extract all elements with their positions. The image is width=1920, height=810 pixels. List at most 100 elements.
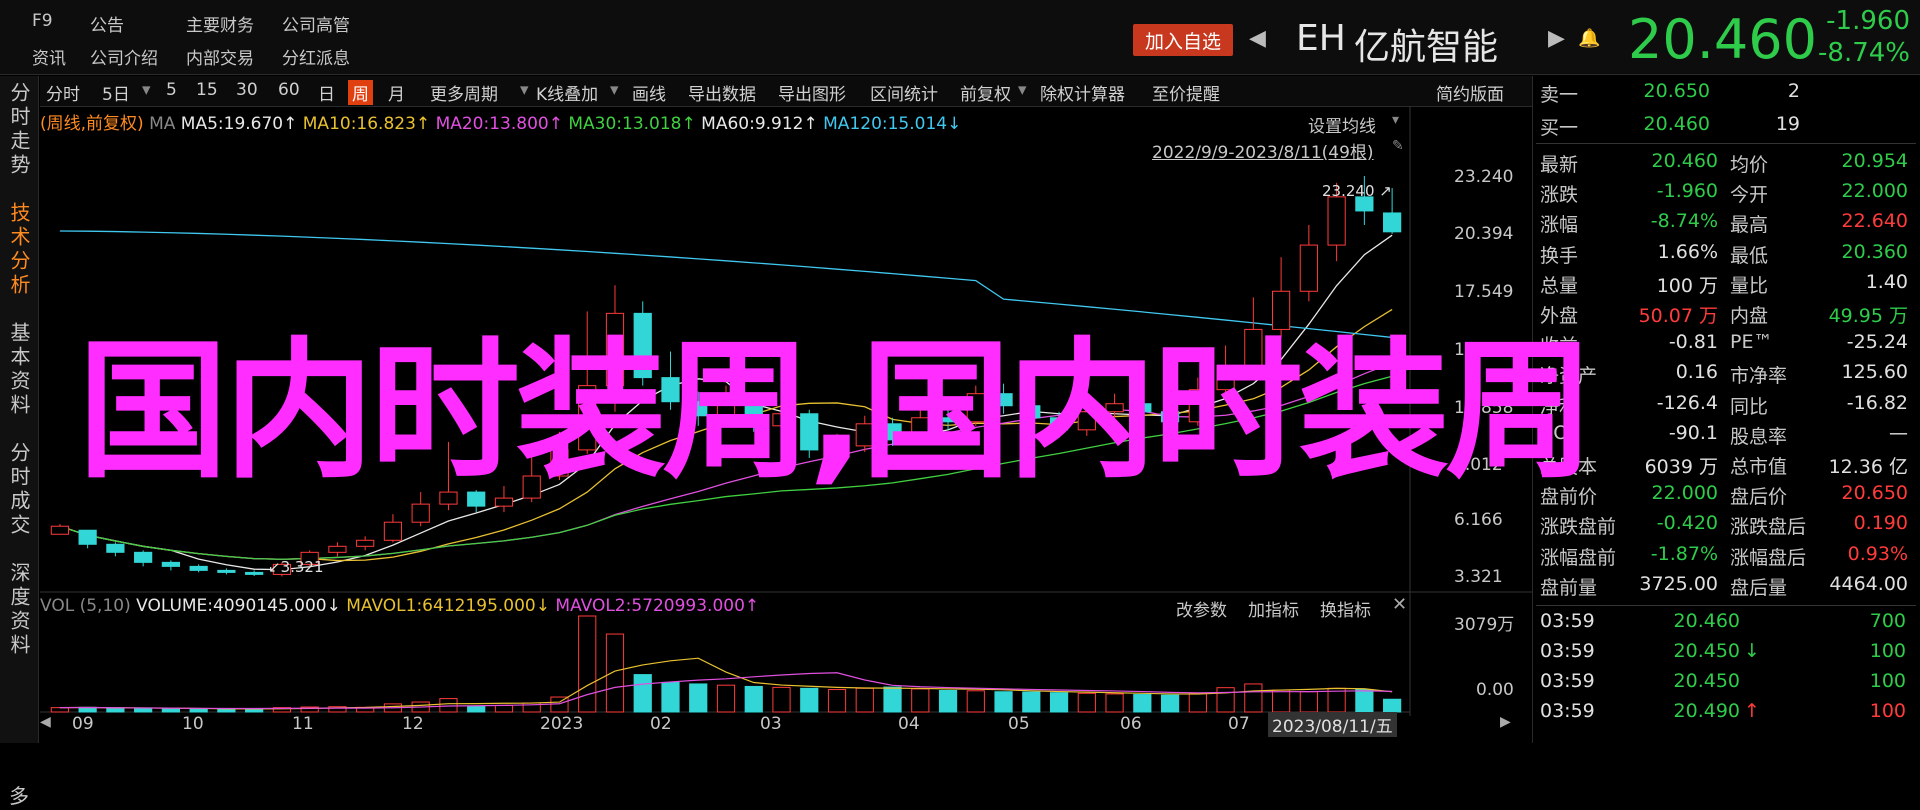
quote-label: 最高 [1730,214,1769,237]
tb-draw-line[interactable]: 画线 [632,80,666,105]
quote-value: 0.16 [1675,361,1718,384]
menu-financials[interactable]: 主要财务 [186,11,254,36]
tb-simple-layout[interactable]: 简约版面 [1436,80,1504,105]
menu-executives[interactable]: 公司高管 [282,11,350,36]
add-indicator-button[interactable]: 加指标 [1248,596,1299,621]
quote-value: 50.07 万 [1638,305,1718,327]
tb-5day[interactable]: 5日 [102,80,130,105]
tb-intraday[interactable]: 分时 [46,80,80,105]
ask1-volume: 2 [1787,80,1800,102]
tb-60min[interactable]: 60 [278,80,300,100]
switch-indicator-button[interactable]: 换指标 [1320,596,1371,621]
mavol2-value: MAVOL2:5720993.000↑ [555,596,760,616]
volume-bar [189,708,208,713]
tb-more-dropdown-icon[interactable]: ▾ [520,80,529,100]
menu-insider-trading[interactable]: 内部交易 [186,44,254,69]
scroll-right-icon[interactable]: ▶ [1500,714,1511,730]
menu-dividends[interactable]: 分红派息 [282,44,350,69]
price-change-pct: -8.74% [1818,38,1910,68]
tb-day[interactable]: 日 [318,80,335,105]
candle [356,539,375,547]
price-change: -1.960 [1826,6,1910,36]
tick-time: 03:59 [1540,670,1595,692]
quote-label: 量比 [1730,274,1769,297]
volume-bars [50,615,1402,713]
quote-value: -90.1 [1668,421,1718,444]
menu-company-intro[interactable]: 公司介绍 [90,44,158,69]
volume-bar [578,615,597,713]
bid1-label: 买一 [1540,117,1579,139]
candle [50,525,69,535]
quote-value: — [1889,421,1908,444]
bell-icon[interactable]: 🔔 [1578,28,1600,49]
candle [1299,244,1318,292]
volume-bar [689,683,708,713]
tb-15min[interactable]: 15 [196,80,218,100]
x-tick: 2023 [540,714,584,734]
quote-value: -1.960 [1656,180,1718,203]
add-to-watchlist-button[interactable]: 加入自选 [1133,24,1233,56]
tb-forward-adjust[interactable]: 前复权 [960,80,1011,105]
tb-5day-dropdown-icon[interactable]: ▾ [142,80,151,100]
tick-price: 20.460 [1673,610,1740,632]
scroll-left-icon[interactable]: ◀ [40,714,51,730]
menu-announcement[interactable]: 公告 [90,11,124,36]
quote-label: 股息率 [1730,425,1788,448]
tab-more[interactable]: 多 [0,782,38,810]
quote-value: 22.000 [1841,180,1908,203]
volume-bar [439,698,458,713]
tb-kline-overlay[interactable]: K线叠加 [536,80,598,105]
tick-time: 03:59 [1540,700,1595,722]
divider [1536,143,1916,144]
tb-export-image[interactable]: 导出图形 [778,80,846,105]
volume-bar [938,689,958,713]
quote-label: 盘后量 [1730,576,1788,599]
tb-more-periods[interactable]: 更多周期 [430,80,498,105]
candle [78,529,97,545]
tb-range-stats[interactable]: 区间统计 [870,80,938,105]
quote-label: 换手 [1540,244,1579,267]
bid1-price: 20.460 [1643,113,1710,135]
tb-adjust-dropdown-icon[interactable]: ▾ [1018,80,1027,100]
prev-stock-icon[interactable]: ◀ [1249,26,1266,51]
top-bar: F9 公告 主要财务 公司高管 资讯 公司介绍 内部交易 分红派息 加入自选 ◀… [0,0,1920,75]
quote-value: -1.87% [1650,542,1718,565]
tick-arrow: ↓ [1744,640,1760,662]
menu-news[interactable]: 资讯 [32,44,66,69]
tb-export-data[interactable]: 导出数据 [688,80,756,105]
tick-volume: 100 [1869,670,1906,692]
tab-intraday[interactable]: 分时走势 [0,82,38,185]
tab-fundamentals[interactable]: 基本资料 [0,322,38,425]
volume-bar [1188,692,1207,713]
quote-value: 49.95 万 [1828,305,1908,327]
candle [1327,196,1346,246]
tb-5min[interactable]: 5 [166,80,177,100]
tick-arrow: ↑ [1744,700,1760,722]
quote-label: 最低 [1730,244,1769,267]
tab-ticks[interactable]: 分时成交 [0,442,38,545]
quote-value: 1.40 [1865,270,1908,293]
tb-week[interactable]: 周 [348,80,373,105]
tb-overlay-dropdown-icon[interactable]: ▾ [610,80,619,100]
volume-bar [217,708,236,713]
volume-bar [1216,687,1235,713]
candle [161,561,181,567]
volume-bar [134,708,153,713]
quote-value: 125.60 [1841,361,1908,384]
tb-month[interactable]: 月 [388,80,405,105]
next-stock-icon[interactable]: ▶ [1548,26,1565,51]
high-annotation: 23.240 ↗ [1322,182,1392,200]
volume-bar [994,691,1013,713]
close-indicator-icon[interactable]: ✕ [1392,594,1407,615]
high-annotation-value: 23.240 [1322,182,1375,200]
tb-30min[interactable]: 30 [236,80,258,100]
tab-technical[interactable]: 技术分析 [0,202,38,305]
edit-params-button[interactable]: 改参数 [1176,596,1227,621]
tb-price-alert[interactable]: 至价提醒 [1152,80,1220,105]
menu-f9[interactable]: F9 [32,11,53,31]
tab-depth[interactable]: 深度资料 [0,562,38,665]
quote-label: 市净率 [1730,365,1788,388]
tb-ex-rights-calc[interactable]: 除权计算器 [1040,80,1125,105]
volume-bar [1133,694,1152,713]
divider [1536,605,1916,606]
